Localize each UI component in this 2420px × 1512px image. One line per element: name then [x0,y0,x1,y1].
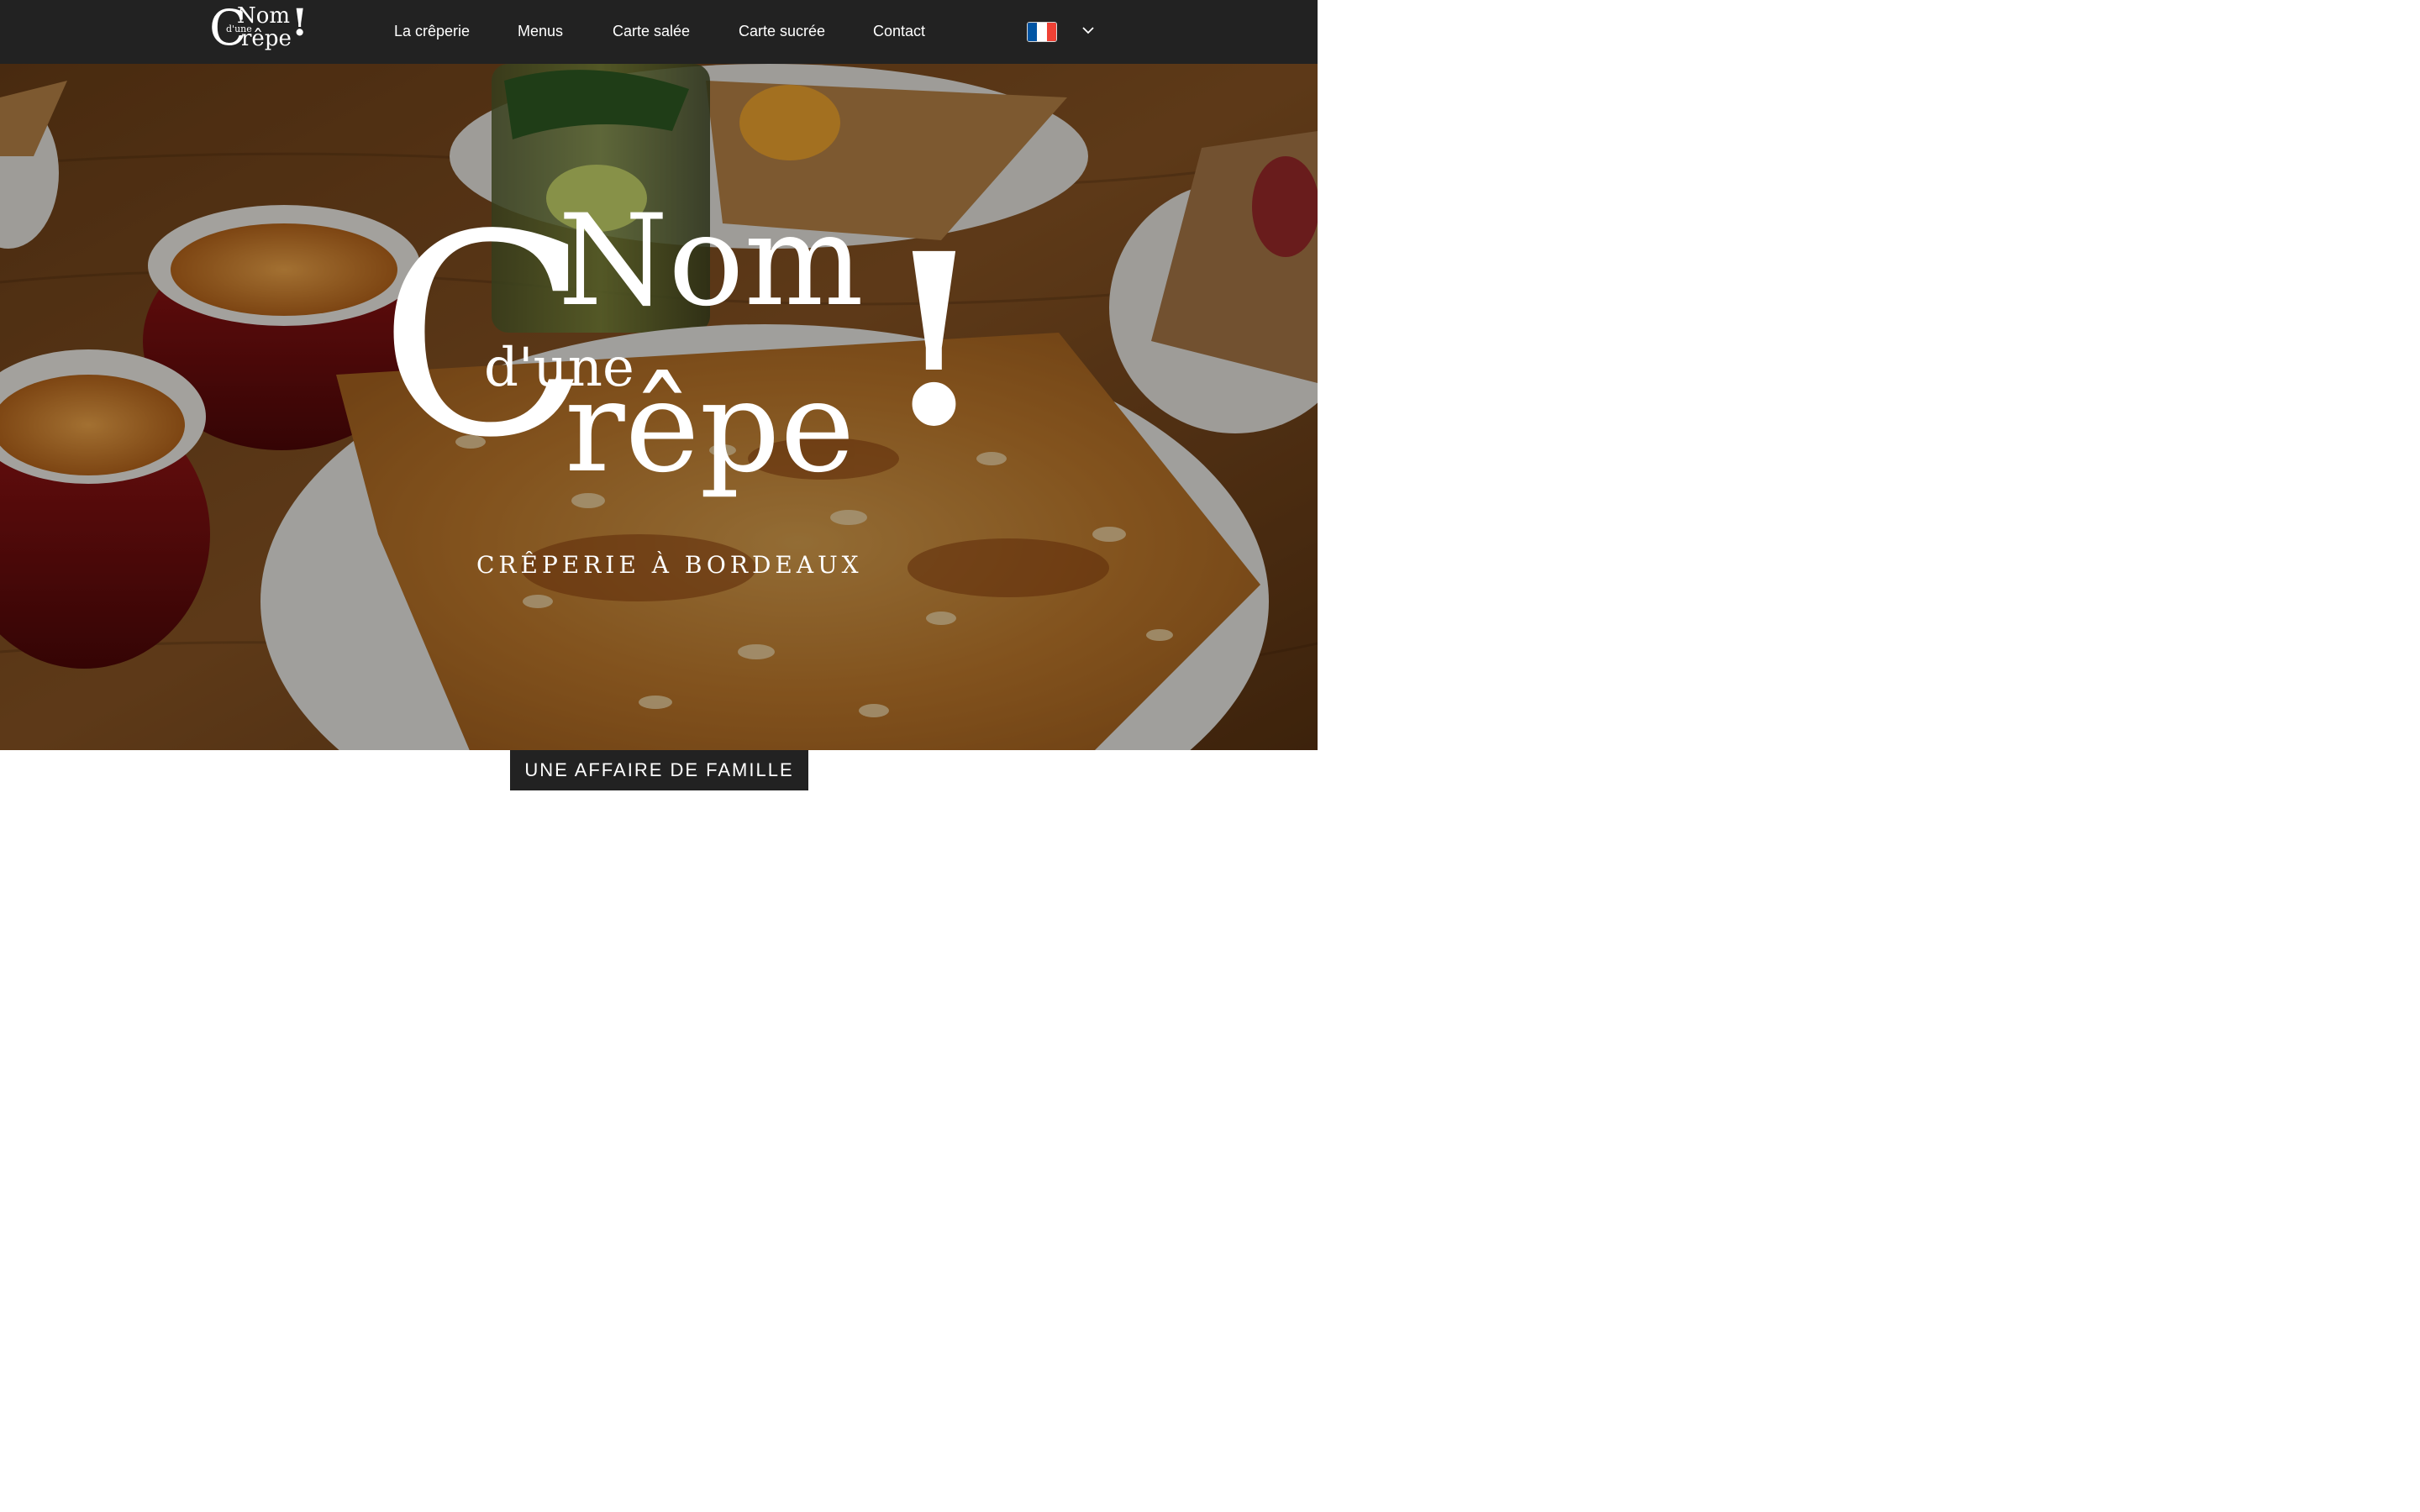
brand-logo[interactable]: C Nom d'une rêpe ! [209,2,308,59]
language-selector[interactable] [1027,22,1057,42]
logo-word-repe: rêpe [241,26,292,51]
nav-item-menus[interactable]: Menus [518,22,563,40]
nav-item-la-creperie[interactable]: La crêperie [394,22,470,40]
hero-logo: C Nom d'une rêpe ! [378,190,986,543]
hero-logo-word-repe: rêpe [565,354,855,501]
logo-exclamation: ! [292,2,308,45]
nav-item-carte-salee[interactable]: Carte salée [613,22,690,40]
section-title-badge: UNE AFFAIRE DE FAMILLE [510,750,808,790]
hero-logo-word-nom: Nom [558,188,864,334]
hero-logo-exclamation: ! [882,202,986,479]
chevron-down-icon[interactable] [1081,24,1096,37]
top-navigation-bar: C Nom d'une rêpe ! La crêperie Menus Car… [0,0,1318,64]
hero-banner: C Nom d'une rêpe ! CRÊPERIE À BORDEAUX [0,64,1318,750]
nav-item-carte-sucree[interactable]: Carte sucrée [739,22,825,40]
france-flag-icon [1027,22,1057,42]
hero-tagline: CRÊPERIE À BORDEAUX [476,551,863,579]
nav-item-contact[interactable]: Contact [873,22,925,40]
